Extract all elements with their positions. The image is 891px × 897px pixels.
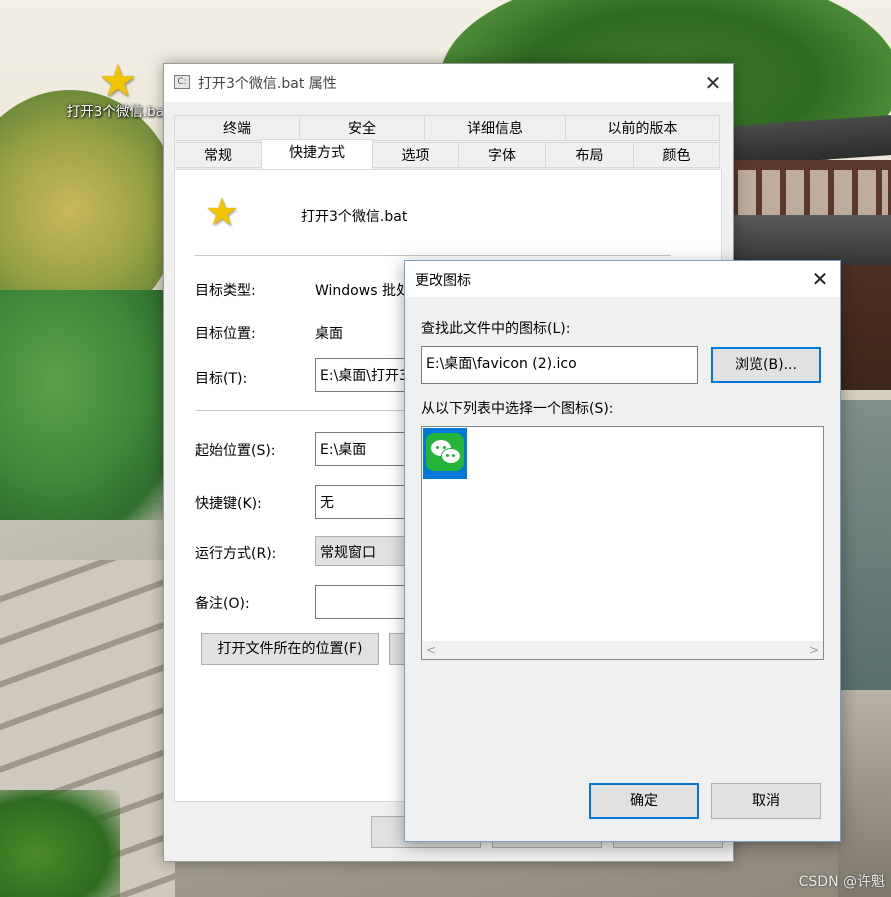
chat-bubble-small xyxy=(441,448,461,464)
icon-path-input[interactable]: E:\桌面\favicon (2).ico xyxy=(421,346,698,384)
chevron-right-icon[interactable]: > xyxy=(805,641,823,659)
bubble-dot xyxy=(446,454,449,457)
select-icon-label: 从以下列表中选择一个图标(S): xyxy=(421,401,614,417)
cancel-button[interactable]: 取消 xyxy=(711,783,821,819)
target-label: 目标(T): xyxy=(195,371,248,387)
target-location-label: 目标位置: xyxy=(195,326,256,342)
tab-colors[interactable]: 颜色 xyxy=(633,142,720,168)
start-in-label: 起始位置(S): xyxy=(195,443,276,459)
bg-lotus-pond xyxy=(0,290,170,520)
dialog-titlebar[interactable]: 更改图标 ✕ xyxy=(405,261,840,297)
browse-button[interactable]: 浏览(B)... xyxy=(711,347,821,383)
icon-list[interactable]: < > xyxy=(421,426,824,660)
tab-font[interactable]: 字体 xyxy=(458,142,546,168)
tab-security[interactable]: 安全 xyxy=(299,115,425,141)
bubble-dot xyxy=(452,454,455,457)
desktop-shortcut[interactable]: ★ 打开3个微信.bat xyxy=(66,58,170,121)
dialog-title: 更改图标 xyxy=(415,273,471,289)
tab-details[interactable]: 详细信息 xyxy=(424,115,566,141)
close-icon[interactable]: ✕ xyxy=(800,261,840,297)
open-file-location-button[interactable]: 打开文件所在的位置(F) xyxy=(201,633,379,665)
tab-previous-versions[interactable]: 以前的版本 xyxy=(565,115,720,141)
bg-railing xyxy=(838,690,891,897)
wechat-icon xyxy=(426,433,464,471)
target-type-value: Windows 批处 xyxy=(315,283,410,299)
bubble-dot xyxy=(436,446,439,449)
list-item[interactable] xyxy=(423,428,467,479)
bg-roof-lower xyxy=(720,215,891,265)
file-name: 打开3个微信.bat xyxy=(301,209,408,225)
desktop-shortcut-label: 打开3个微信.bat xyxy=(66,104,170,120)
tab-general[interactable]: 常规 xyxy=(174,142,262,168)
watermark: CSDN @许魁 xyxy=(798,874,885,890)
run-label: 运行方式(R): xyxy=(195,546,277,562)
horizontal-scrollbar[interactable]: < > xyxy=(422,641,823,659)
find-icons-label: 查找此文件中的图标(L): xyxy=(421,321,571,337)
change-icon-dialog: 更改图标 ✕ 查找此文件中的图标(L): E:\桌面\favicon (2).i… xyxy=(404,260,841,842)
properties-title: 打开3个微信.bat 属性 xyxy=(198,76,337,92)
star-icon: ★ xyxy=(98,56,138,107)
tab-layout[interactable]: 布局 xyxy=(545,142,634,168)
star-icon: ★ xyxy=(205,190,240,234)
chevron-left-icon[interactable]: < xyxy=(422,641,440,659)
target-type-label: 目标类型: xyxy=(195,283,256,299)
bg-plants xyxy=(0,790,120,897)
tab-terminal[interactable]: 终端 xyxy=(174,115,300,141)
divider xyxy=(195,255,671,256)
close-icon[interactable]: ✕ xyxy=(693,64,733,102)
comment-label: 备注(O): xyxy=(195,596,250,612)
target-location-value: 桌面 xyxy=(315,326,343,342)
window-app-icon: C: xyxy=(174,75,190,89)
properties-titlebar[interactable]: C: 打开3个微信.bat 属性 ✕ xyxy=(164,64,733,102)
ok-button[interactable]: 确定 xyxy=(589,783,699,819)
tab-options[interactable]: 选项 xyxy=(372,142,459,168)
hotkey-label: 快捷键(K): xyxy=(195,496,262,512)
tab-shortcut[interactable]: 快捷方式 xyxy=(261,139,373,169)
